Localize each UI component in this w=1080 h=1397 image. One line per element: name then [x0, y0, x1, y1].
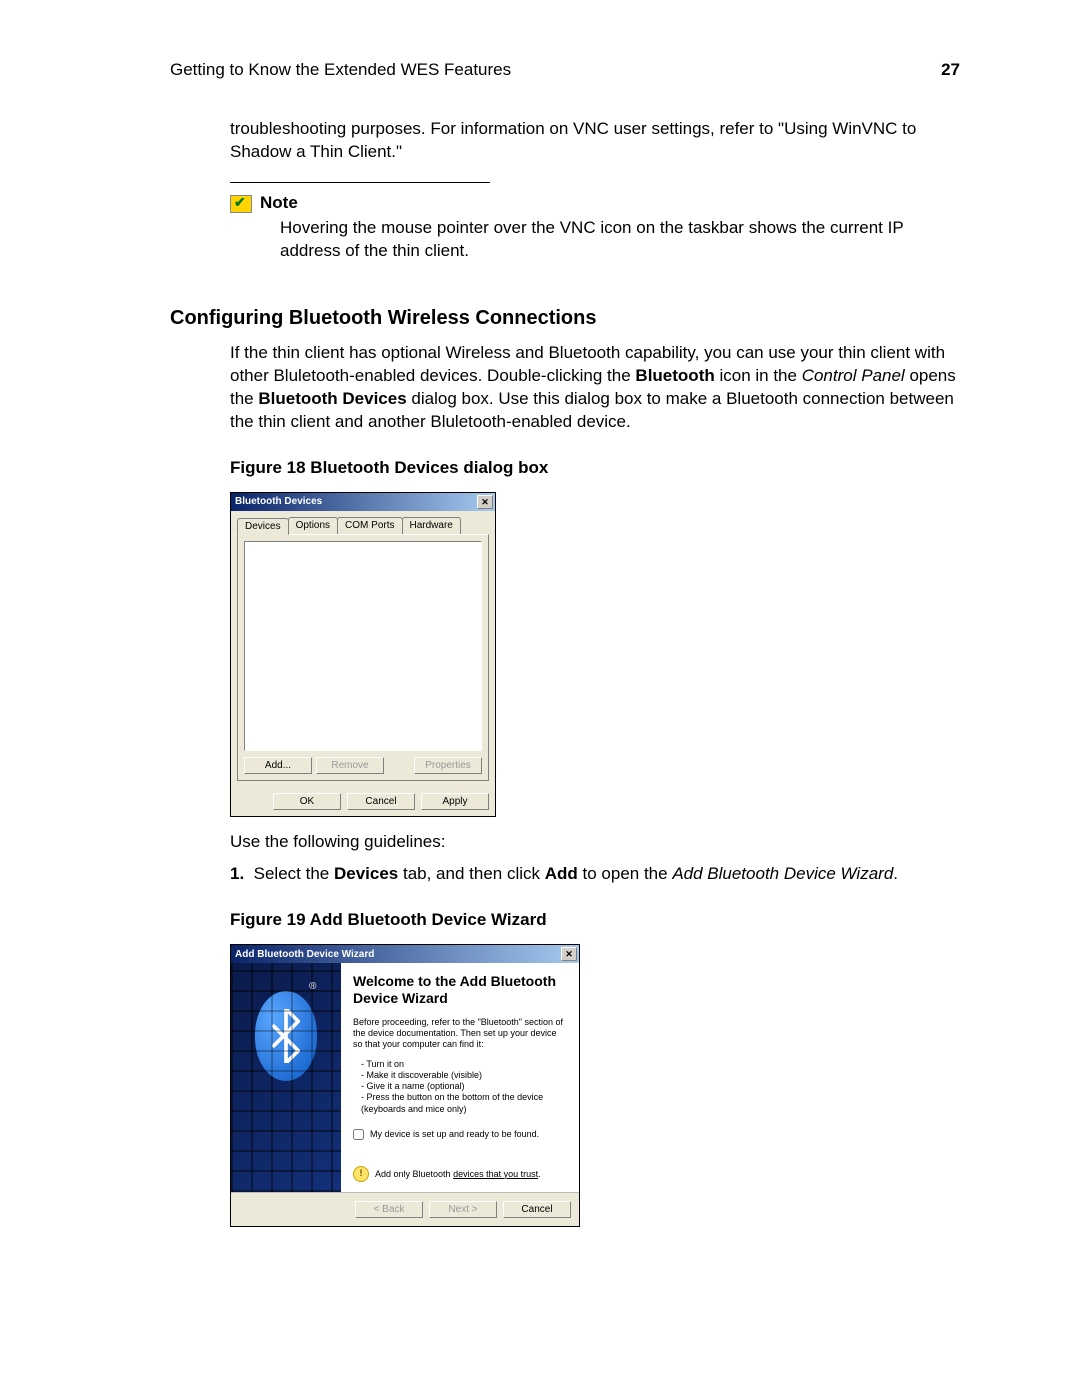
next-button[interactable]: Next >: [429, 1201, 497, 1218]
wizard-body: ® Welcome to the Add Bluetooth Device Wi…: [231, 963, 579, 1192]
dialog-titlebar: Bluetooth Devices ✕: [231, 493, 495, 511]
italic-text: Control Panel: [802, 366, 905, 385]
italic-text: Add Bluetooth Device Wizard: [672, 864, 893, 883]
list-item: Give it a name (optional): [353, 1081, 567, 1092]
device-buttons-row: Add... Remove Properties: [244, 757, 482, 774]
trust-row: ! Add only Bluetooth devices that you tr…: [353, 1166, 567, 1182]
page-header: Getting to Know the Extended WES Feature…: [170, 60, 960, 80]
wizard-title-text: Add Bluetooth Device Wizard: [235, 949, 374, 960]
section-heading: Configuring Bluetooth Wireless Connectio…: [170, 307, 960, 330]
tab-pane: Add... Remove Properties: [237, 534, 489, 781]
checkbox-label: My device is set up and ready to be foun…: [370, 1129, 539, 1140]
document-page: Getting to Know the Extended WES Feature…: [0, 0, 1080, 1397]
tab-options[interactable]: Options: [288, 517, 338, 534]
wizard-heading: Welcome to the Add Bluetooth Device Wiza…: [353, 973, 567, 1007]
bold-text: Bluetooth: [635, 366, 714, 385]
dialog-footer: OK Cancel Apply: [231, 787, 495, 816]
apply-button[interactable]: Apply: [421, 793, 489, 810]
registered-icon: ®: [309, 981, 316, 992]
text: .: [538, 1169, 541, 1179]
tab-devices[interactable]: Devices: [237, 518, 289, 535]
cancel-button[interactable]: Cancel: [503, 1201, 571, 1218]
note-label: Note: [260, 193, 298, 213]
bold-text: Bluetooth Devices: [258, 389, 406, 408]
checkmark-icon: [230, 195, 252, 213]
remove-button[interactable]: Remove: [316, 757, 384, 774]
device-ready-checkbox[interactable]: [353, 1129, 364, 1140]
intro-paragraph: troubleshooting purposes. For informatio…: [230, 118, 960, 164]
text: Add only Bluetooth: [375, 1169, 453, 1179]
tab-bar: Devices Options COM Ports Hardware: [231, 511, 495, 534]
device-ready-checkbox-row[interactable]: My device is set up and ready to be foun…: [353, 1129, 567, 1140]
wizard-footer: < Back Next > Cancel: [231, 1193, 579, 1226]
close-icon[interactable]: ✕: [561, 947, 577, 961]
cancel-button[interactable]: Cancel: [347, 793, 415, 810]
figure18-caption: Figure 18 Bluetooth Devices dialog box: [230, 458, 960, 478]
list-item: Press the button on the bottom of the de…: [353, 1092, 567, 1115]
wizard-bullets: Turn it on Make it discoverable (visible…: [353, 1059, 567, 1115]
header-title: Getting to Know the Extended WES Feature…: [170, 60, 511, 80]
list-item: Make it discoverable (visible): [353, 1070, 567, 1081]
close-icon[interactable]: ✕: [477, 495, 493, 509]
add-bluetooth-wizard-dialog: Add Bluetooth Device Wizard ✕ ® Welcome …: [230, 944, 580, 1227]
note-text: Hovering the mouse pointer over the VNC …: [280, 217, 960, 263]
guidelines-intro: Use the following guidelines:: [230, 831, 960, 854]
text: tab, and then click: [398, 864, 544, 883]
wizard-paragraph: Before proceeding, refer to the "Bluetoo…: [353, 1017, 567, 1051]
bold-text: Add: [545, 864, 578, 883]
figure19-caption: Figure 19 Add Bluetooth Device Wizard: [230, 910, 960, 930]
list-item: Turn it on: [353, 1059, 567, 1070]
text: .: [893, 864, 898, 883]
wizard-sidebar: ®: [231, 963, 341, 1192]
warning-icon: !: [353, 1166, 369, 1182]
dialog-title: Bluetooth Devices: [235, 496, 322, 507]
ok-button[interactable]: OK: [273, 793, 341, 810]
text: to open the: [578, 864, 673, 883]
page-number: 27: [941, 60, 960, 80]
bold-text: Devices: [334, 864, 398, 883]
wizard-main: Welcome to the Add Bluetooth Device Wiza…: [341, 963, 579, 1192]
note-divider: [230, 182, 490, 183]
add-button[interactable]: Add...: [244, 757, 312, 774]
spacer: [388, 757, 410, 774]
back-button[interactable]: < Back: [355, 1201, 423, 1218]
note-row: Note: [230, 193, 960, 213]
tab-hardware[interactable]: Hardware: [402, 517, 461, 534]
wizard-titlebar: Add Bluetooth Device Wizard ✕: [231, 945, 579, 963]
trust-link[interactable]: devices that you trust: [453, 1169, 538, 1179]
trust-text: Add only Bluetooth devices that you trus…: [375, 1169, 541, 1180]
bluetooth-icon: [255, 991, 317, 1081]
step-1: 1. Select the 1. Select the Devices tab,…: [230, 863, 960, 886]
section-paragraph: If the thin client has optional Wireless…: [230, 342, 960, 434]
text: icon in the: [715, 366, 802, 385]
tab-com-ports[interactable]: COM Ports: [337, 517, 402, 534]
properties-button[interactable]: Properties: [414, 757, 482, 774]
bluetooth-devices-dialog: Bluetooth Devices ✕ Devices Options COM …: [230, 492, 496, 817]
device-listbox[interactable]: [244, 541, 482, 751]
